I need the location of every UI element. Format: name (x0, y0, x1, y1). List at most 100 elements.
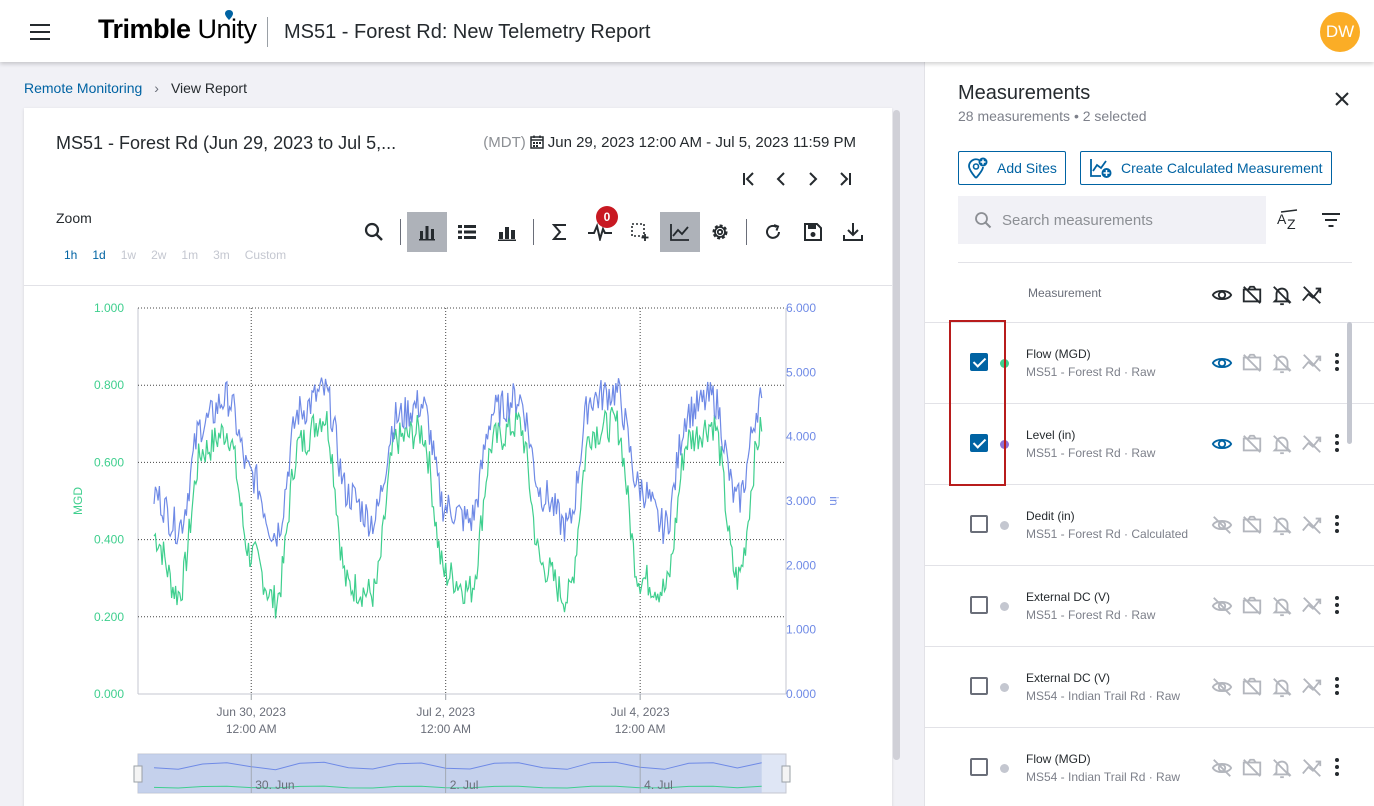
breadcrumb-remote-monitoring[interactable]: Remote Monitoring (24, 80, 142, 96)
y-tick-right: 3.000 (786, 494, 816, 508)
measurement-row[interactable]: Level (in) MS51 - Forest Rd · Raw (925, 403, 1374, 484)
previous-icon[interactable] (772, 170, 790, 188)
measurement-source: MS51 - Forest Rd · Calculated (1026, 527, 1189, 541)
measurement-checkbox[interactable] (970, 596, 988, 614)
next-icon[interactable] (804, 170, 822, 188)
first-page-icon[interactable] (740, 170, 758, 188)
hamburger-menu-icon[interactable] (30, 24, 50, 40)
bell-off-icon[interactable] (1271, 433, 1293, 455)
create-calculated-measurement-button[interactable]: Create Calculated Measurement (1080, 151, 1332, 185)
save-icon[interactable] (793, 212, 833, 252)
zoom-option-1d[interactable]: 1d (92, 248, 105, 262)
stacked-bar-icon[interactable] (487, 212, 527, 252)
sort-az-icon[interactable]: AZ (1277, 209, 1301, 231)
more-options-icon[interactable] (1335, 353, 1339, 371)
series-line-level[interactable] (153, 377, 763, 547)
breadcrumb-current: View Report (170, 80, 247, 96)
measurement-list-scrollbar[interactable] (1347, 322, 1352, 444)
trend-off-icon[interactable] (1301, 595, 1323, 617)
measurement-checkbox[interactable] (970, 515, 988, 533)
card-divider (24, 285, 892, 286)
bell-off-icon[interactable] (1271, 595, 1293, 617)
y-tick-left: 1.000 (94, 301, 124, 315)
more-options-icon[interactable] (1335, 677, 1339, 695)
x-tick-time: 12:00 AM (420, 722, 471, 736)
navigator-handle-right[interactable] (781, 765, 791, 783)
report-scrollbar[interactable] (893, 110, 900, 760)
zoom-option-1h[interactable]: 1h (64, 248, 77, 262)
line-chart-icon[interactable] (660, 212, 700, 252)
gear-icon[interactable] (700, 212, 740, 252)
more-options-icon[interactable] (1335, 434, 1339, 452)
measurement-row[interactable]: Flow (MGD) MS51 - Forest Rd · Raw (925, 322, 1374, 403)
bell-off-icon[interactable] (1271, 514, 1293, 536)
visible-all-icon[interactable] (1211, 284, 1233, 306)
y-tick-left: 0.600 (94, 455, 124, 469)
camera-off-icon[interactable] (1241, 595, 1263, 617)
hidden-eye-icon[interactable] (1211, 676, 1233, 698)
trend-off-all-icon[interactable] (1301, 284, 1323, 306)
zoom-option-1m[interactable]: 1m (181, 248, 198, 262)
trend-off-icon[interactable] (1301, 676, 1323, 698)
trend-off-icon[interactable] (1301, 514, 1323, 536)
download-icon[interactable] (833, 212, 873, 252)
trend-off-icon[interactable] (1301, 757, 1323, 779)
camera-off-icon[interactable] (1241, 352, 1263, 374)
list-icon[interactable] (447, 212, 487, 252)
zoom-option-custom[interactable]: Custom (245, 248, 286, 262)
visible-eye-icon[interactable] (1211, 433, 1233, 455)
bell-off-icon[interactable] (1271, 352, 1293, 374)
zoom-option-1w[interactable]: 1w (121, 248, 136, 262)
navigator-handle-left[interactable] (133, 765, 143, 783)
report-title: MS51 - Forest Rd (Jun 29, 2023 to Jul 5,… (56, 133, 397, 153)
zoom-option-2w[interactable]: 2w (151, 248, 166, 262)
svg-text:A: A (1277, 211, 1287, 227)
pulse-icon[interactable]: 0 (580, 206, 620, 252)
camera-off-all-icon[interactable] (1241, 284, 1263, 306)
camera-off-icon[interactable] (1241, 433, 1263, 455)
bell-off-all-icon[interactable] (1271, 284, 1293, 306)
filter-icon[interactable] (1321, 212, 1341, 228)
hidden-eye-icon[interactable] (1211, 514, 1233, 536)
search-measurements-input[interactable] (1002, 211, 1252, 229)
user-avatar[interactable]: DW (1320, 12, 1360, 52)
zoom-option-3m[interactable]: 3m (213, 248, 230, 262)
measurement-checkbox[interactable] (970, 677, 988, 695)
telemetry-chart[interactable]: 1.000 0.800 0.600 0.400 0.200 0.000 6.000 5.000… (24, 288, 892, 806)
more-options-icon[interactable] (1335, 515, 1339, 533)
select-region-icon[interactable] (620, 212, 660, 252)
measurement-checkbox[interactable] (970, 758, 988, 776)
trend-off-icon[interactable] (1301, 352, 1323, 374)
toolbar-divider (746, 219, 747, 245)
last-page-icon[interactable] (836, 170, 854, 188)
search-icon[interactable] (354, 212, 394, 252)
panel-subtitle: 28 measurements • 2 selected (958, 108, 1147, 124)
more-options-icon[interactable] (1335, 758, 1339, 776)
refresh-icon[interactable] (753, 212, 793, 252)
measurement-checkbox[interactable] (970, 353, 988, 371)
measurement-row[interactable]: Flow (MGD) MS54 - Indian Trail Rd · Raw (925, 727, 1374, 806)
bell-off-icon[interactable] (1271, 676, 1293, 698)
toolbar-divider (533, 219, 534, 245)
date-range[interactable]: (MDT) Jun 29, 2023 12:00 AM - Jul 5, 2023… (483, 134, 856, 151)
series-color-dot (1000, 764, 1009, 773)
camera-off-icon[interactable] (1241, 757, 1263, 779)
measurement-row[interactable]: Dedit (in) MS51 - Forest Rd · Calculated (925, 484, 1374, 565)
bell-off-icon[interactable] (1271, 757, 1293, 779)
hidden-eye-icon[interactable] (1211, 595, 1233, 617)
camera-off-icon[interactable] (1241, 514, 1263, 536)
sigma-icon[interactable] (540, 212, 580, 252)
more-options-icon[interactable] (1335, 596, 1339, 614)
measurement-row[interactable]: External DC (V) MS51 - Forest Rd · Raw (925, 565, 1374, 646)
close-icon[interactable] (1333, 90, 1351, 108)
hidden-eye-icon[interactable] (1211, 757, 1233, 779)
measurement-row[interactable]: External DC (V) MS54 - Indian Trail Rd · … (925, 646, 1374, 727)
bar-chart-icon[interactable] (407, 212, 447, 252)
logo-pin-icon (225, 10, 233, 20)
camera-off-icon[interactable] (1241, 676, 1263, 698)
timezone-label: (MDT) (483, 134, 526, 151)
trend-off-icon[interactable] (1301, 433, 1323, 455)
add-sites-button[interactable]: Add Sites (958, 151, 1066, 185)
visible-eye-icon[interactable] (1211, 352, 1233, 374)
measurement-checkbox[interactable] (970, 434, 988, 452)
